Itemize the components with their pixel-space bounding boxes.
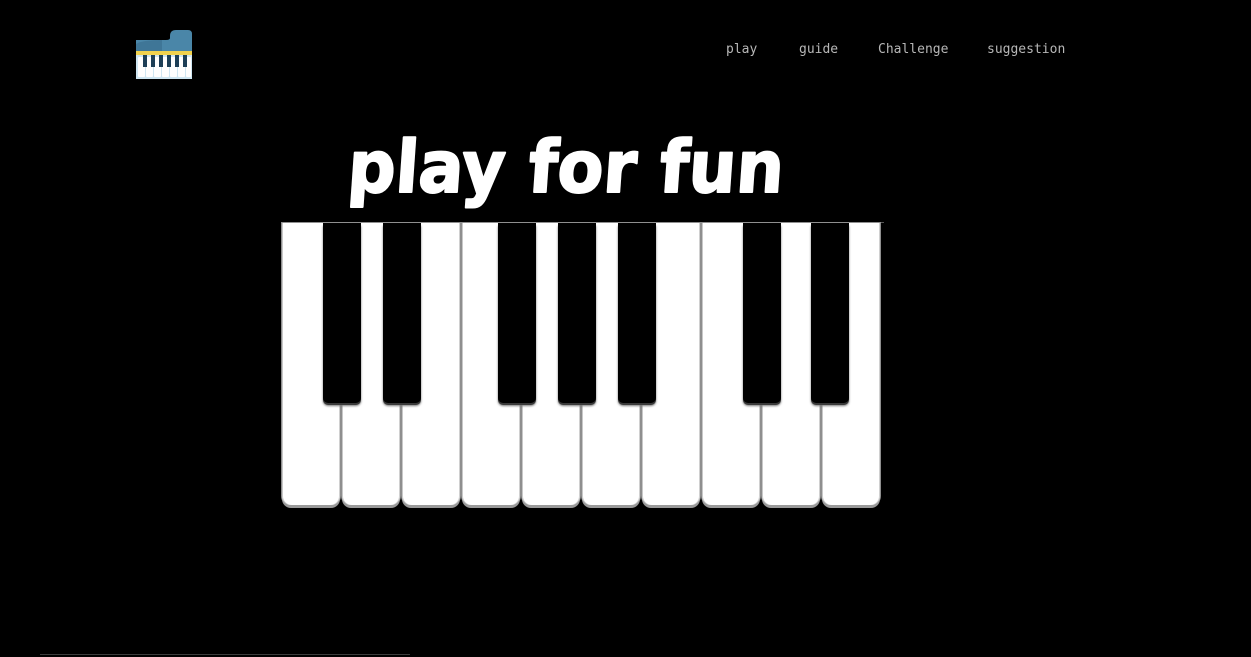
piano-black-key[interactable] <box>323 223 361 403</box>
nav-link-suggestion[interactable]: suggestion <box>987 41 1065 59</box>
nav-link-play[interactable]: play <box>726 41 757 59</box>
page-title: play for fun <box>300 112 840 212</box>
nav-link-guide[interactable]: guide <box>799 41 838 59</box>
piano-black-key[interactable] <box>618 223 656 403</box>
piano-logo-icon <box>134 30 194 79</box>
piano-keyboard <box>282 222 884 513</box>
piano-black-key[interactable] <box>743 223 781 403</box>
piano-black-key[interactable] <box>383 223 421 403</box>
nav-link-challenge[interactable]: Challenge <box>878 41 948 59</box>
piano-black-key[interactable] <box>811 223 849 403</box>
page-title-text: play for fun <box>345 125 787 209</box>
piano-black-key[interactable] <box>498 223 536 403</box>
piano-black-key[interactable] <box>558 223 596 403</box>
